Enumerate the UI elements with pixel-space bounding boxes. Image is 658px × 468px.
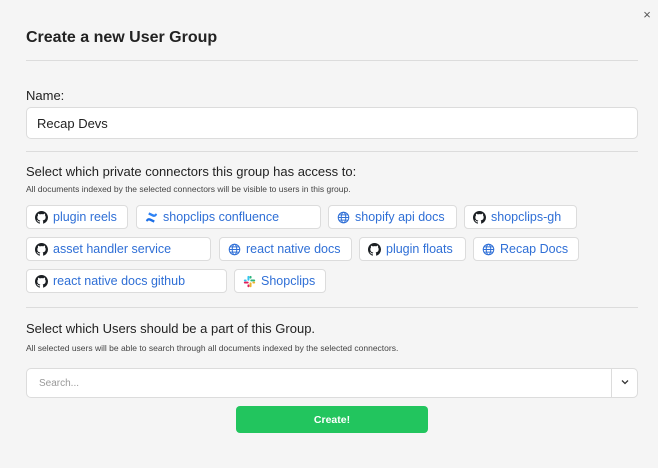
connector-chip-plugin-floats[interactable]: plugin floats [359, 237, 466, 261]
close-icon[interactable]: × [640, 8, 654, 22]
globe-icon [228, 243, 241, 256]
connector-chip-label: plugin floats [386, 242, 453, 256]
connector-chip-shopclips-gh[interactable]: shopclips-gh [464, 205, 577, 229]
user-search-select[interactable] [26, 368, 638, 398]
github-icon [473, 210, 486, 224]
slack-icon [243, 275, 256, 288]
connector-chip-asset-handler-service[interactable]: asset handler service [26, 237, 211, 261]
connector-chip-shopclips[interactable]: Shopclips [234, 269, 326, 293]
github-icon [35, 242, 48, 256]
github-icon [35, 210, 48, 224]
globe-icon [482, 243, 495, 256]
dropdown-toggle[interactable] [611, 369, 637, 397]
connectors-description: All documents indexed by the selected co… [26, 184, 351, 194]
github-icon [35, 274, 48, 288]
users-description: All selected users will be able to searc… [26, 343, 399, 353]
name-input[interactable]: Recap Devs [26, 107, 638, 139]
connector-chip-plugin-reels[interactable]: plugin reels [26, 205, 128, 229]
connector-chip-shopify-api-docs[interactable]: shopify api docs [328, 205, 457, 229]
connector-chip-react-native-docs-github[interactable]: react native docs github [26, 269, 227, 293]
divider [26, 60, 638, 61]
connectors-heading: Select which private connectors this gro… [26, 164, 357, 179]
connector-chip-label: shopclips confluence [163, 210, 280, 224]
users-heading: Select which Users should be a part of t… [26, 321, 316, 336]
connector-chip-label: asset handler service [53, 242, 172, 256]
connector-chip-label: plugin reels [53, 210, 117, 224]
globe-icon [337, 211, 350, 224]
connector-chip-recap-docs[interactable]: Recap Docs [473, 237, 579, 261]
confluence-icon [145, 211, 158, 224]
create-button[interactable]: Create! [236, 406, 428, 433]
connector-chip-shopclips-confluence[interactable]: shopclips confluence [136, 205, 321, 229]
connector-chip-react-native-docs[interactable]: react native docs [219, 237, 352, 261]
connector-chip-label: shopify api docs [355, 210, 445, 224]
connector-chip-label: react native docs [246, 242, 341, 256]
chevron-down-icon [620, 374, 630, 392]
connector-chip-label: react native docs github [53, 274, 186, 288]
connector-chip-label: Recap Docs [500, 242, 569, 256]
divider [26, 307, 638, 308]
name-label: Name: [26, 88, 65, 103]
connector-chip-label: Shopclips [261, 274, 316, 288]
divider [26, 151, 638, 152]
github-icon [368, 242, 381, 256]
dialog-title: Create a new User Group [26, 29, 218, 46]
name-input-value: Recap Devs [37, 115, 108, 131]
user-search-input[interactable] [27, 369, 601, 397]
connector-chip-label: shopclips-gh [491, 210, 562, 224]
